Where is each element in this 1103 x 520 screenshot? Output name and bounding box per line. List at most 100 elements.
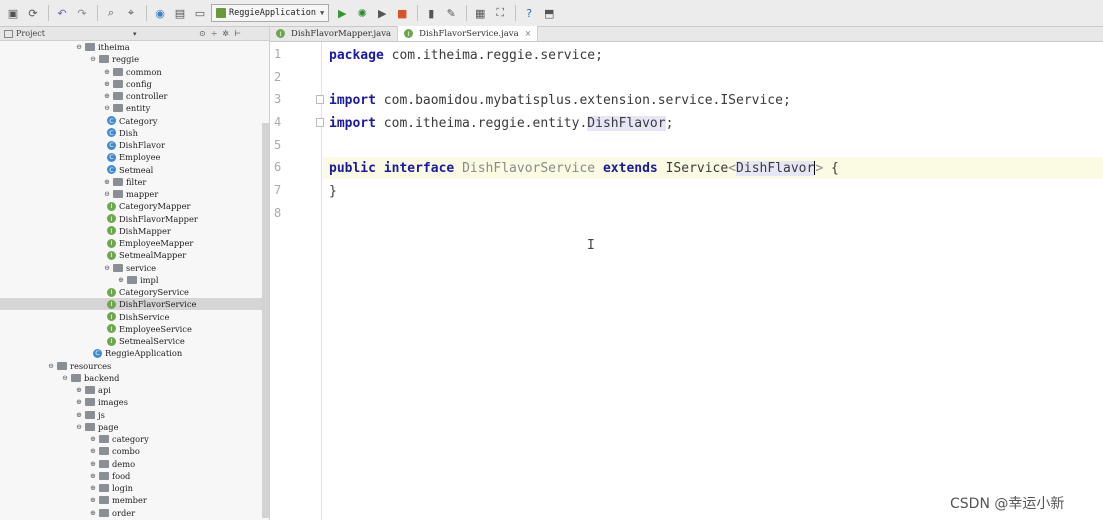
sdk-icon[interactable]: ⛶ <box>491 4 509 22</box>
tree-item-setmeal[interactable]: C Setmeal <box>0 164 262 176</box>
tree-item-images[interactable]: ⊕ images <box>0 396 262 408</box>
tree-item-api[interactable]: ⊕ api <box>0 384 262 396</box>
expand-icon[interactable]: ⊕ <box>75 398 83 406</box>
run-config-select[interactable]: ReggieApplication ▼ <box>211 4 330 22</box>
tree-item-label: DishService <box>119 311 170 322</box>
tree-item-dishflavorservice[interactable]: I DishFlavorService <box>0 298 262 311</box>
tree-item-entity[interactable]: ⊖ entity <box>0 102 262 114</box>
expand-icon[interactable]: ⊕ <box>117 276 125 284</box>
tree-item-js[interactable]: ⊕ js <box>0 409 262 421</box>
help-icon[interactable]: ? <box>520 4 538 22</box>
undo-icon[interactable]: ↶ <box>53 4 71 22</box>
gear-icon[interactable]: ✲ <box>222 29 229 38</box>
settings-icon[interactable]: ✎ <box>442 4 460 22</box>
tree-item-service[interactable]: ⊖ service <box>0 262 262 274</box>
tree-item-dishflavor[interactable]: C DishFlavor <box>0 139 262 151</box>
tree-item-combo[interactable]: ⊕ combo <box>0 445 262 457</box>
tree-item-login[interactable]: ⊕ login <box>0 482 262 494</box>
coverage-icon[interactable]: ▶ <box>373 4 391 22</box>
close-icon[interactable]: × <box>525 29 532 38</box>
fold-marker-icon[interactable] <box>316 118 324 127</box>
tree-item-categoryservice[interactable]: I CategoryService <box>0 286 262 298</box>
tree-item-common[interactable]: ⊕ common <box>0 66 262 78</box>
make-icon[interactable]: ◉ <box>151 4 169 22</box>
tab-dishflavormapper[interactable]: I DishFlavorMapper.java <box>270 26 399 41</box>
collapse-icon[interactable]: ⊖ <box>47 362 55 370</box>
collapse-icon[interactable]: ⊖ <box>61 374 69 382</box>
tree-item-employee[interactable]: C Employee <box>0 151 262 163</box>
tree-item-employeemapper[interactable]: I EmployeeMapper <box>0 237 262 249</box>
tree-item-order[interactable]: ⊕ order <box>0 507 262 519</box>
project-header[interactable]: Project ▾ ⊙ ÷ ✲ ⊢ <box>0 27 269 41</box>
tree-item-mapper[interactable]: ⊖ mapper <box>0 188 262 200</box>
collapse-icon[interactable]: ⊖ <box>89 55 97 63</box>
vcs-icon[interactable]: ▮ <box>422 4 440 22</box>
line-number: 8 <box>274 206 282 220</box>
replace-icon[interactable]: ⌖ <box>122 4 140 22</box>
expand-icon[interactable]: ⊕ <box>103 68 111 76</box>
tree-item-dishmapper[interactable]: I DishMapper <box>0 225 262 237</box>
tree-item-food[interactable]: ⊕ food <box>0 470 262 482</box>
tree-item-categorymapper[interactable]: I CategoryMapper <box>0 200 262 212</box>
structure-icon[interactable]: ▦ <box>471 4 489 22</box>
chevron-down-icon[interactable]: ▾ <box>133 30 137 38</box>
tree-item-setmealmapper[interactable]: I SetmealMapper <box>0 249 262 261</box>
tree-item-reggieapplication[interactable]: C ReggieApplication <box>0 347 262 359</box>
tree-item-reggie[interactable]: ⊖ reggie <box>0 53 262 65</box>
expand-icon[interactable]: ⊕ <box>89 509 97 517</box>
expand-icon[interactable]: ⊕ <box>103 178 111 186</box>
expand-icon[interactable]: ⊕ <box>75 411 83 419</box>
collapse-icon[interactable]: ÷ <box>211 29 218 38</box>
tree-item-impl[interactable]: ⊕ impl <box>0 274 262 286</box>
expand-icon[interactable]: ⊕ <box>75 386 83 394</box>
tree-item-setmealservice[interactable]: I SetmealService <box>0 335 262 347</box>
tree-item-member[interactable]: ⊕ member <box>0 494 262 506</box>
collapse-icon[interactable]: ⊖ <box>103 264 111 272</box>
hide-icon[interactable]: ⊢ <box>234 29 241 38</box>
collapse-icon[interactable]: ⊖ <box>103 104 111 112</box>
tree-item-controller[interactable]: ⊕ controller <box>0 90 262 102</box>
code-editor[interactable]: 1 2 3 4 5 6 7 8 package com.itheima.regg… <box>270 42 1103 520</box>
sync-icon[interactable]: ⟳ <box>24 4 42 22</box>
tree-item-category[interactable]: ⊕ category <box>0 433 262 445</box>
stop-icon[interactable]: ■ <box>393 4 411 22</box>
tree-item-itheima[interactable]: ⊖ itheima <box>0 41 262 53</box>
tree-item-employeeservice[interactable]: I EmployeeService <box>0 323 262 335</box>
expand-icon[interactable]: ⊕ <box>89 484 97 492</box>
expand-icon[interactable]: ⊕ <box>89 435 97 443</box>
collapse-icon[interactable]: ⊖ <box>75 43 83 51</box>
expand-icon[interactable]: ⊕ <box>89 447 97 455</box>
expand-icon[interactable]: ⊕ <box>89 496 97 504</box>
debug-icon[interactable]: ✺ <box>353 4 371 22</box>
expand-icon[interactable]: ⊕ <box>103 92 111 100</box>
target-icon[interactable]: ⊙ <box>199 29 206 38</box>
tree-item-filter[interactable]: ⊕ filter <box>0 176 262 188</box>
run-icon[interactable]: ▶ <box>333 4 351 22</box>
fold-marker-icon[interactable] <box>316 95 324 104</box>
tree-item-dishservice[interactable]: I DishService <box>0 311 262 323</box>
redo-icon[interactable]: ↷ <box>73 4 91 22</box>
find-icon[interactable]: ⌕ <box>102 4 120 22</box>
tree-item-category[interactable]: C Category <box>0 115 262 127</box>
expand-icon[interactable]: ⊕ <box>89 460 97 468</box>
tab-dishflavorservice[interactable]: I DishFlavorService.java × <box>398 26 539 41</box>
collapse-icon[interactable]: ⊖ <box>75 423 83 431</box>
collapse-icon[interactable]: ⊖ <box>103 190 111 198</box>
folder-icon <box>113 92 123 100</box>
tree-item-resources[interactable]: ⊖ resources <box>0 360 262 372</box>
tree-item-config[interactable]: ⊕ config <box>0 78 262 90</box>
expand-icon[interactable]: ⊕ <box>89 472 97 480</box>
tree-item-demo[interactable]: ⊕ demo <box>0 458 262 470</box>
tree-item-label: demo <box>112 458 136 469</box>
folder-icon[interactable]: ▭ <box>191 4 209 22</box>
plugin-icon[interactable]: ⬒ <box>540 4 558 22</box>
build-icon[interactable]: ▤ <box>171 4 189 22</box>
interface-icon: I <box>107 214 116 223</box>
expand-icon[interactable]: ⊕ <box>103 80 111 88</box>
scrollbar[interactable] <box>262 123 269 518</box>
tree-item-dish[interactable]: C Dish <box>0 127 262 139</box>
tree-item-page[interactable]: ⊖ page <box>0 421 262 433</box>
tree-item-backend[interactable]: ⊖ backend <box>0 372 262 384</box>
save-icon[interactable]: ▣ <box>4 4 22 22</box>
tree-item-dishflavormapper[interactable]: I DishFlavorMapper <box>0 213 262 225</box>
